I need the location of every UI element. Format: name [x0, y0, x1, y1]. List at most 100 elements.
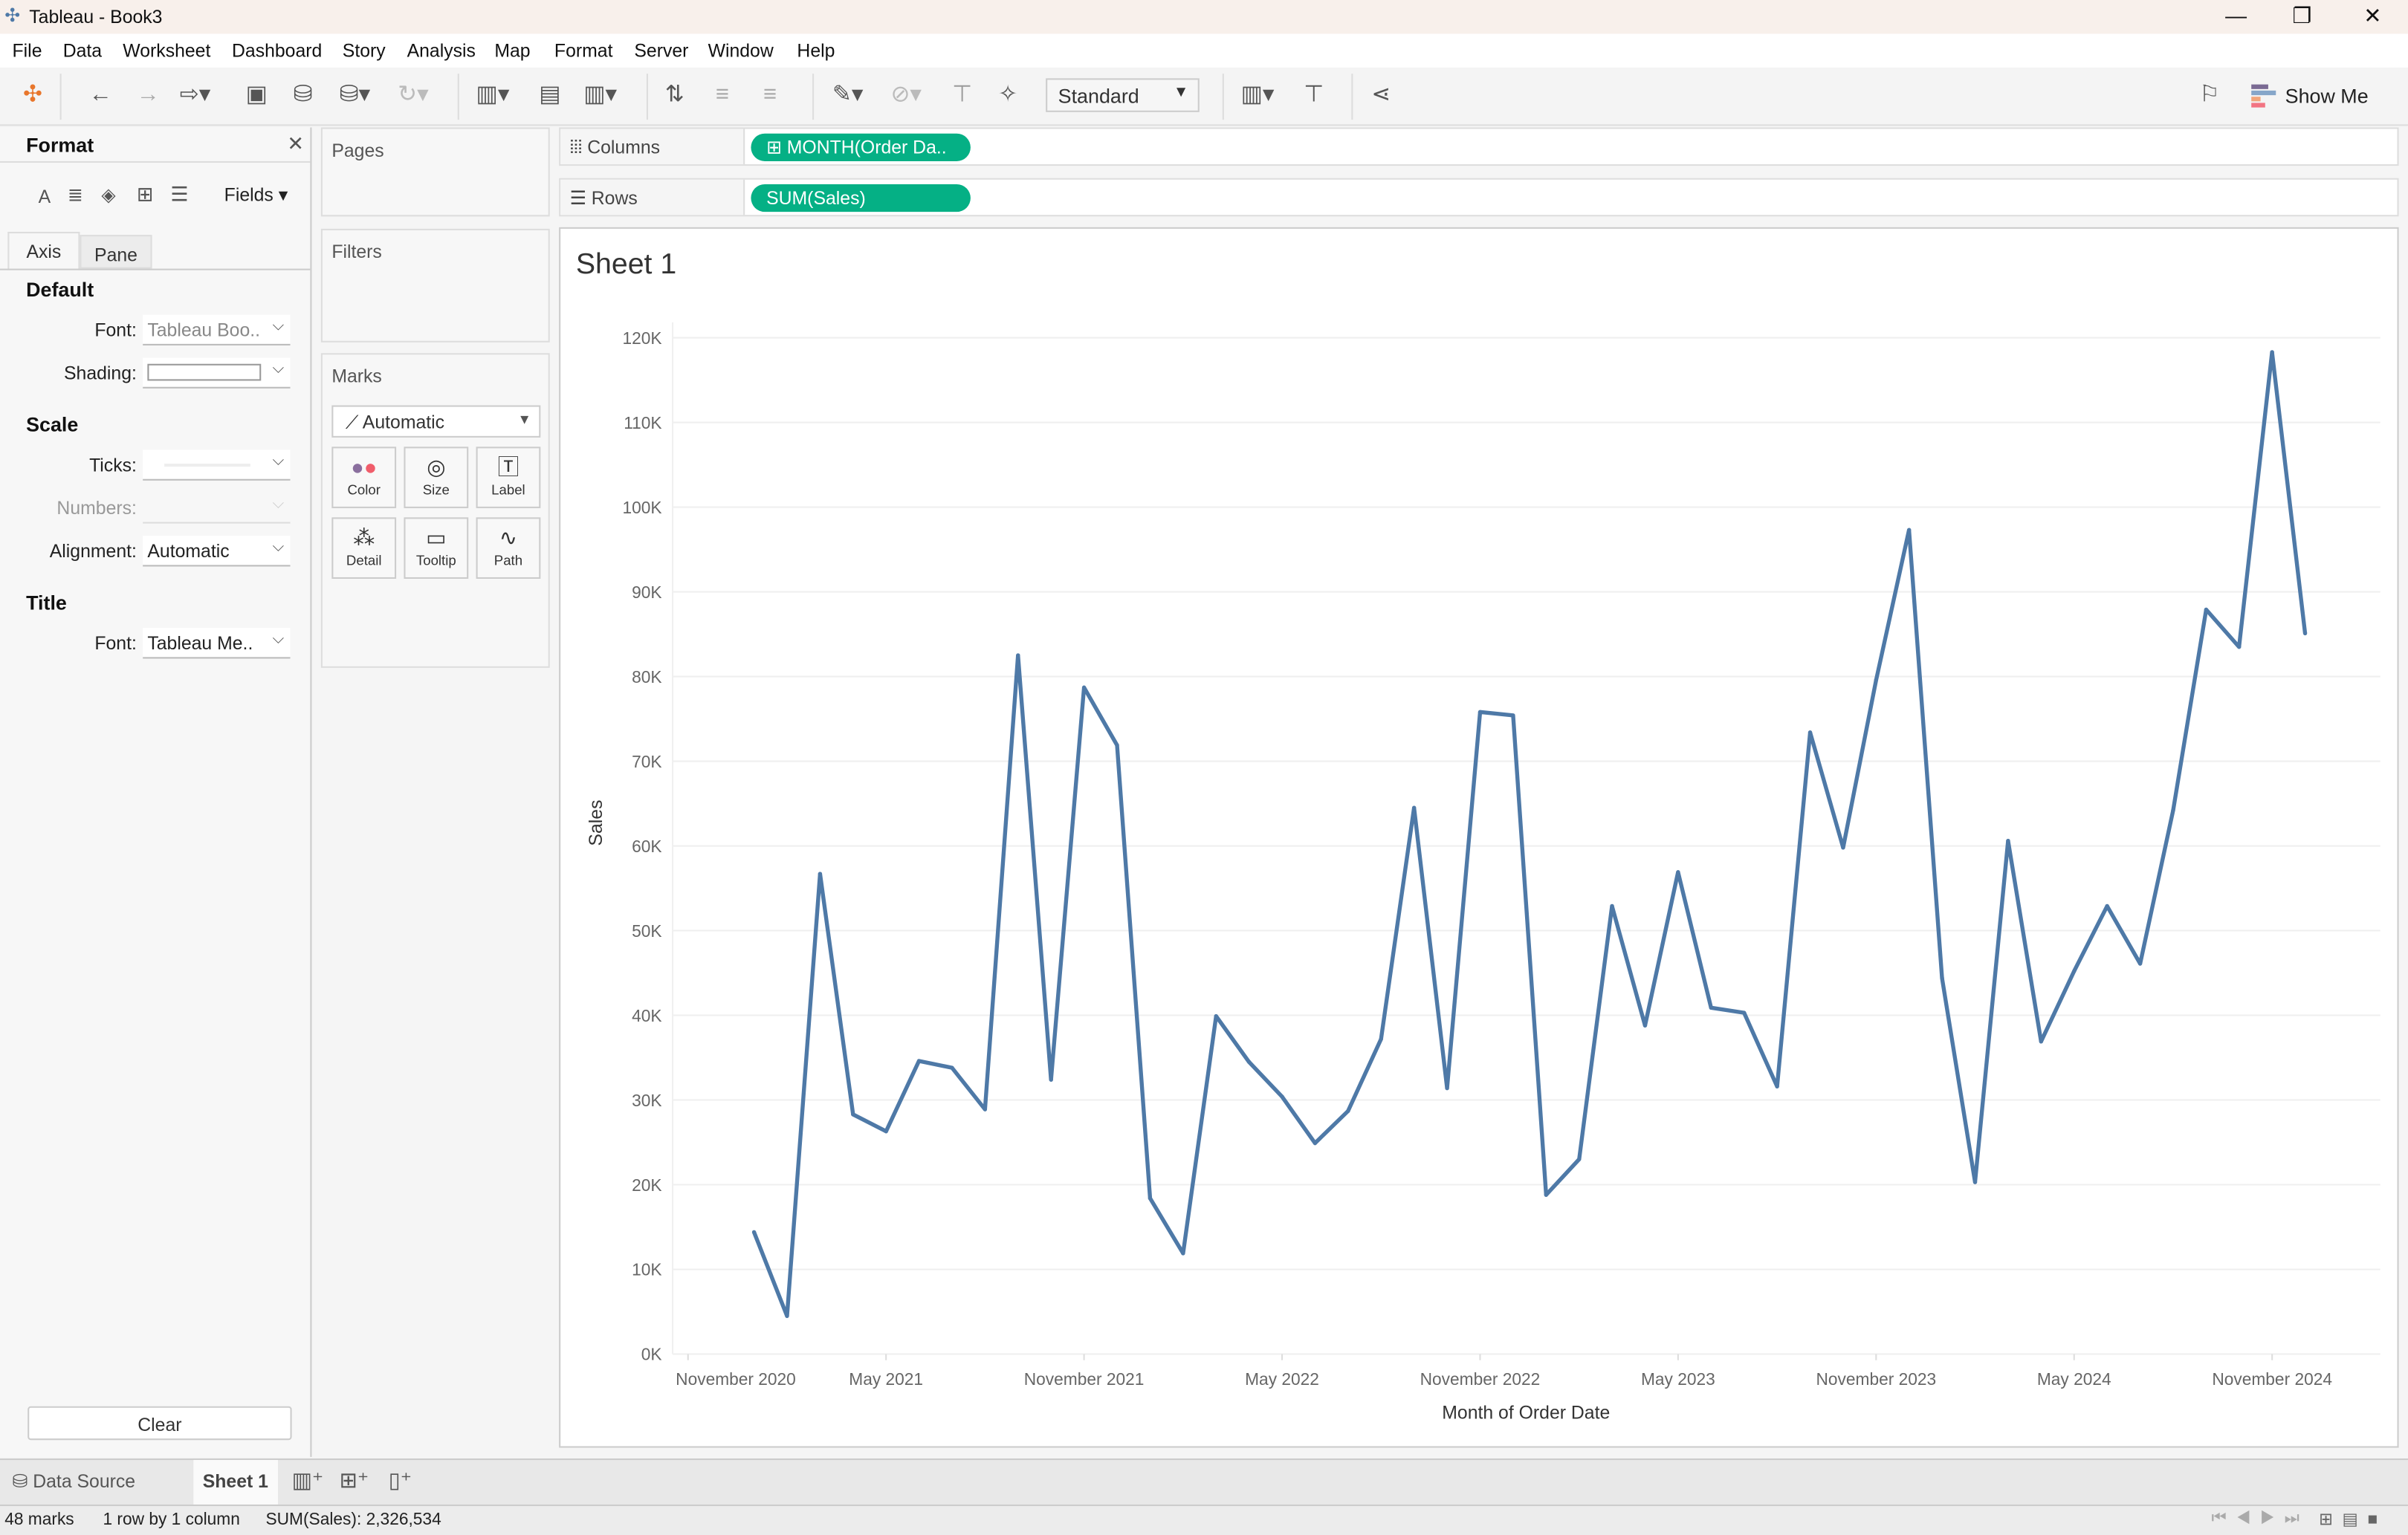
minimize-button[interactable]: — — [2213, 3, 2259, 30]
alignment-icon[interactable]: ≣ — [68, 184, 83, 206]
close-format-icon[interactable]: ✕ — [287, 132, 304, 157]
filters-card[interactable]: Filters — [320, 228, 550, 343]
replay-icon[interactable]: ⇨▾ — [180, 82, 211, 109]
show-labels-icon[interactable]: ⊤ — [952, 82, 972, 109]
chevron-down-icon: ⌵ — [272, 360, 285, 378]
lines-icon[interactable]: ☰ — [170, 183, 188, 207]
columns-icon: ⦙⦙⦙ — [569, 136, 583, 158]
ticks-label: Ticks: — [89, 454, 137, 476]
tooltip-icon: ▭ — [426, 525, 447, 550]
menu-analysis[interactable]: Analysis — [407, 40, 476, 62]
y-tick-label: 20K — [632, 1175, 661, 1195]
refresh-icon[interactable]: ↻▾ — [398, 82, 429, 109]
detail-button[interactable]: ⁂ Detail — [331, 517, 397, 579]
undo-icon[interactable]: ← — [89, 82, 112, 109]
x-tick-label: November 2023 — [1816, 1369, 1936, 1389]
save-icon[interactable]: ▣ — [246, 82, 268, 109]
menu-file[interactable]: File — [13, 40, 42, 62]
alignment-dropdown[interactable]: Automatic ⌵ — [143, 536, 291, 567]
rows-shelf[interactable]: ☰ Rows SUM(Sales) — [559, 178, 2399, 217]
data-point — [1445, 1085, 1449, 1091]
pause-updates-icon[interactable]: ⛁▾ — [340, 82, 371, 109]
menu-format[interactable]: Format — [554, 40, 613, 62]
menu-dashboard[interactable]: Dashboard — [232, 40, 322, 62]
new-worksheet-icon[interactable]: ▥⁺ — [292, 1467, 324, 1493]
font-label: Font: — [94, 319, 137, 341]
clear-sheet-icon[interactable]: ▥▾ — [583, 82, 617, 109]
tab-pane[interactable]: Pane — [80, 235, 152, 269]
path-button[interactable]: ∿ Path — [476, 517, 541, 579]
group-icon[interactable]: ⊘▾ — [890, 82, 922, 109]
presentation-mode-icon[interactable]: ⊤ — [1304, 82, 1324, 109]
view-toggle-icons[interactable]: ⊞▤■ — [2319, 1509, 2386, 1529]
new-data-source-icon[interactable]: ⛁ — [294, 82, 313, 109]
clear-button[interactable]: Clear — [27, 1406, 292, 1441]
menu-story[interactable]: Story — [343, 40, 386, 62]
data-point — [785, 1314, 789, 1318]
sort-descending-icon[interactable]: ≡ — [763, 82, 777, 109]
share-icon[interactable]: ⋖ — [1371, 82, 1391, 109]
close-button[interactable]: ✕ — [2349, 3, 2395, 30]
tab-sheet-1[interactable]: Sheet 1 — [193, 1460, 279, 1505]
pages-card[interactable]: Pages — [320, 127, 550, 217]
database-icon: ⛁ — [12, 1470, 28, 1493]
chevron-down-icon: ⌵ — [272, 317, 285, 335]
shading-dropdown[interactable]: ⌵ — [143, 357, 291, 389]
new-dashboard-icon[interactable]: ⊞⁺ — [340, 1467, 369, 1493]
show-cards-icon[interactable]: ▥▾ — [1241, 82, 1275, 109]
data-point — [983, 1107, 988, 1112]
data-point — [1642, 1023, 1648, 1028]
new-story-icon[interactable]: ▯⁺ — [389, 1467, 412, 1493]
data-source-tab[interactable]: ⛁ Data Source — [13, 1471, 136, 1493]
menu-data[interactable]: Data — [63, 40, 102, 62]
columns-label: Columns — [587, 136, 661, 158]
columns-shelf[interactable]: ⦙⦙⦙ Columns ⊞ MONTH(Order Da.. — [559, 127, 2399, 166]
menu-help[interactable]: Help — [797, 40, 835, 62]
y-tick-label: 50K — [632, 921, 661, 941]
menu-server[interactable]: Server — [634, 40, 688, 62]
tab-axis[interactable]: Axis — [7, 232, 80, 270]
signpost-icon[interactable]: ⚐ — [2199, 82, 2220, 109]
chevron-down-icon: ⌵ — [272, 496, 285, 513]
columns-pill[interactable]: ⊞ MONTH(Order Da.. — [751, 133, 971, 161]
duplicate-sheet-icon[interactable]: ▤ — [539, 82, 560, 109]
y-tick-label: 60K — [632, 837, 661, 856]
data-point — [1411, 805, 1417, 810]
ticks-dropdown[interactable]: ⌵ — [143, 450, 291, 481]
pin-icon[interactable]: ✧ — [998, 82, 1017, 109]
borders-icon[interactable]: ⊞ — [137, 183, 154, 207]
data-point — [2237, 644, 2242, 649]
data-point — [1807, 730, 1813, 735]
font-icon[interactable]: A — [39, 186, 51, 207]
chevron-down-icon: ▼ — [1173, 84, 1189, 102]
tableau-home-icon[interactable]: ✣ — [23, 82, 42, 109]
new-worksheet-icon[interactable]: ▥▾ — [476, 82, 510, 109]
data-point — [2105, 903, 2109, 909]
sheet-navigation[interactable]: ⏮◀▶⏭ — [2211, 1509, 2308, 1529]
data-point — [1940, 976, 1944, 981]
rows-pill[interactable]: SUM(Sales) — [751, 184, 971, 212]
tooltip-button[interactable]: ▭ Tooltip — [404, 517, 469, 579]
sort-ascending-icon[interactable]: ≡ — [716, 82, 729, 109]
shading-icon[interactable]: ◈ — [101, 184, 115, 206]
swap-icon[interactable]: ⇅ — [665, 82, 684, 109]
restore-button[interactable]: ❐ — [2279, 3, 2325, 30]
color-button[interactable]: ●● Color — [331, 447, 397, 508]
data-point — [1610, 903, 1614, 909]
fit-select[interactable]: Standard ▼ — [1046, 78, 1200, 112]
highlight-icon[interactable]: ✎▾ — [832, 82, 864, 109]
menu-window[interactable]: Window — [708, 40, 774, 62]
size-button[interactable]: ◎ Size — [404, 447, 469, 508]
menu-map[interactable]: Map — [494, 40, 530, 62]
data-point — [2137, 961, 2143, 966]
label-button[interactable]: 🅃 Label — [476, 447, 541, 508]
menu-worksheet[interactable]: Worksheet — [123, 40, 210, 62]
default-font-dropdown[interactable]: Tableau Boo.. ⌵ — [143, 314, 291, 345]
fields-dropdown[interactable]: Fields ▾ — [224, 184, 288, 206]
mark-type-dropdown[interactable]: ⟋ Automatic ▼ — [331, 405, 541, 438]
title-font-dropdown[interactable]: Tableau Me.. ⌵ — [143, 628, 291, 659]
numbers-dropdown[interactable]: ⌵ — [143, 493, 291, 524]
section-default: Default — [26, 278, 94, 301]
redo-icon[interactable]: → — [137, 82, 160, 109]
chevron-down-icon: ⌵ — [272, 539, 285, 556]
